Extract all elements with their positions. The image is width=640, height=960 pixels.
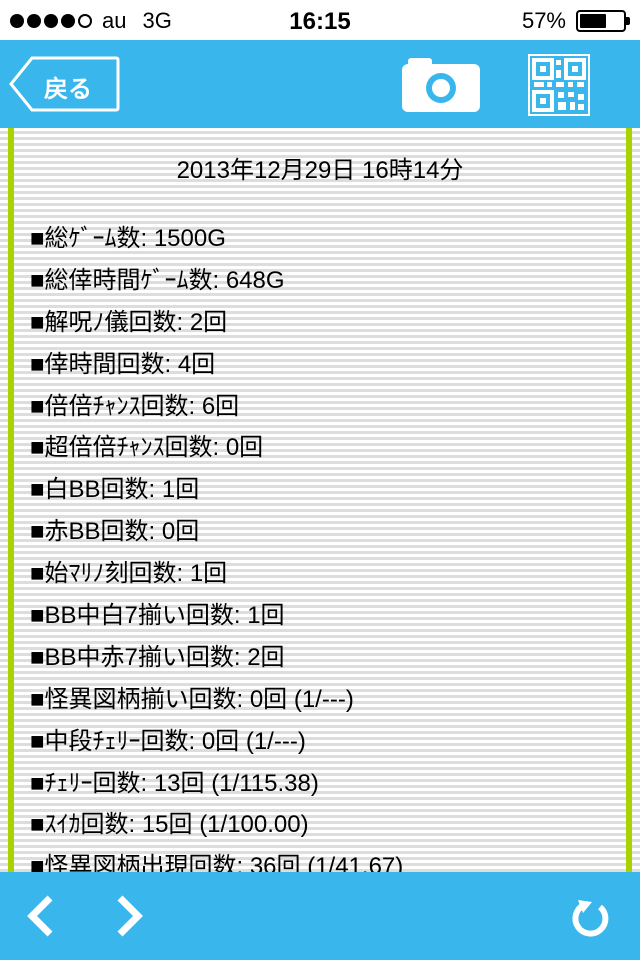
stat-item: ■怪異図柄揃い回数: 0回 (1/---) [30, 685, 354, 713]
status-bar: au 3G 16:15 57% [0, 0, 640, 40]
chevron-left-icon [27, 895, 53, 937]
right-rail [626, 128, 632, 872]
stats-list: ■総ｹﾞｰﾑ数: 1500G ■総倖時間ｹﾞｰﾑ数: 648G ■解呪ﾉ儀回数:… [30, 224, 403, 872]
reload-button[interactable] [570, 898, 610, 938]
camera-button[interactable] [400, 56, 482, 114]
stat-item: ■白BB回数: 1回 [30, 476, 200, 504]
stat-item: ■総ｹﾞｰﾑ数: 1500G [30, 225, 226, 252]
camera-icon [402, 58, 480, 112]
stat-item: ■解呪ﾉ儀回数: 2回 [30, 308, 228, 336]
battery-percent: 57% [521, 8, 566, 33]
stat-item: ■総倖時間ｹﾞｰﾑ数: 648G [30, 266, 285, 294]
stat-item: ■ﾁｪﾘｰ回数: 13回 (1/115.38) [30, 769, 319, 797]
stat-item: ■中段ﾁｪﾘｰ回数: 0回 (1/---) [30, 727, 306, 755]
stat-item: ■倖時間回数: 4回 [30, 350, 216, 378]
stat-item: ■BB中白7揃い回数: 1回 [30, 602, 285, 630]
stat-item: ■ｽｲｶ回数: 15回 (1/100.00) [30, 811, 309, 839]
stat-item: ■超倍倍ﾁｬﾝｽ回数: 0回 [30, 434, 264, 462]
record-datetime: 2013年12月29日 16時14分 [176, 157, 464, 184]
chevron-right-icon [117, 895, 143, 937]
reload-icon [572, 900, 609, 937]
left-rail [8, 128, 14, 872]
back-button-label: 戻る [44, 76, 92, 103]
battery-icon [576, 10, 630, 32]
previous-button[interactable] [24, 894, 58, 938]
back-button[interactable]: 戻る [8, 56, 120, 112]
nav-bar: 戻る [0, 40, 640, 128]
stat-item: ■BB中赤7揃い回数: 2回 [30, 643, 285, 671]
status-right: 57% [521, 8, 630, 34]
next-button[interactable] [112, 894, 146, 938]
result-content[interactable]: 2013年12月29日 16時14分 ■総ｹﾞｰﾑ数: 1500G ■総倖時間ｹ… [0, 128, 640, 872]
stat-item: ■始ﾏﾘﾉ刻回数: 1回 [30, 560, 228, 588]
bottom-toolbar [0, 872, 640, 960]
qr-code-button[interactable] [528, 54, 590, 116]
qr-code-icon [528, 54, 590, 116]
stat-item: ■赤BB回数: 0回 [30, 518, 200, 546]
stat-item: ■怪異図柄出現回数: 36回 (1/41.67) [30, 853, 404, 872]
stat-item: ■倍倍ﾁｬﾝｽ回数: 6回 [30, 392, 240, 420]
